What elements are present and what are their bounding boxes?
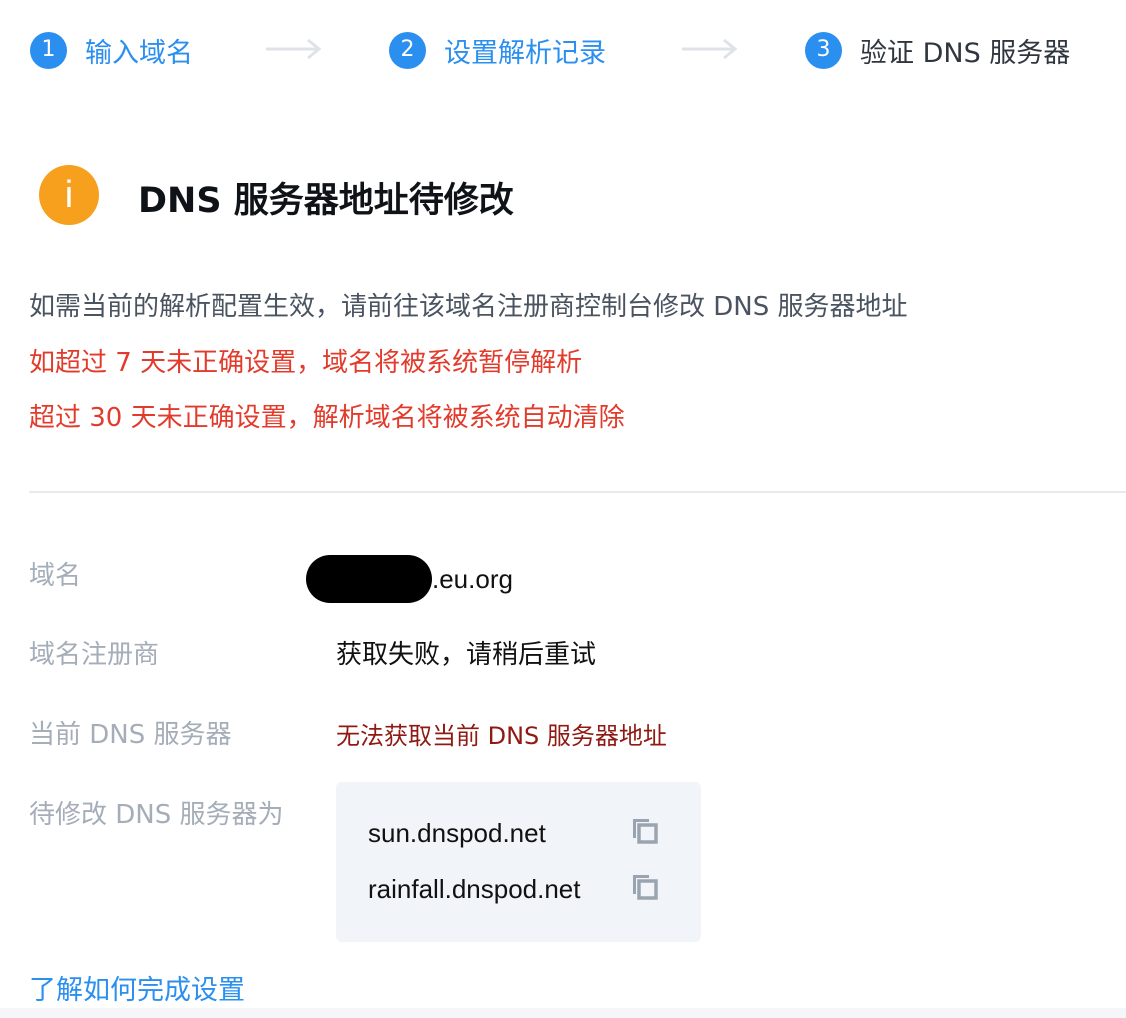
redaction-mark	[306, 555, 432, 603]
nameserver-row: rainfall.dnspod.net	[368, 874, 668, 910]
nameserver-row: sun.dnspod.net	[368, 818, 668, 854]
step-3-number: 3	[805, 31, 842, 69]
nameserver-box: sun.dnspod.net rainfall.dnspod.net	[336, 782, 701, 942]
step-2-number: 2	[389, 31, 426, 69]
step-3-label: 验证 DNS 服务器	[860, 37, 1071, 69]
warning-text-pause: 如超过 7 天未正确设置，域名将被系统暂停解析	[29, 348, 583, 378]
warning-text-clear: 超过 30 天未正确设置，解析域名将被系统自动清除	[29, 403, 625, 433]
domain-suffix: .eu.org	[432, 563, 513, 594]
copy-icon[interactable]	[630, 816, 660, 846]
nameserver-text: rainfall.dnspod.net	[368, 874, 581, 904]
footer-strip	[0, 1008, 1126, 1018]
domain-label: 域名	[29, 561, 82, 591]
step-1: 1 输入域名	[30, 30, 193, 70]
info-icon: i	[39, 165, 99, 225]
nameserver-text: sun.dnspod.net	[368, 818, 546, 848]
step-indicator: 1 输入域名 2 设置解析记录 3 验证 DNS 服务器	[30, 30, 1100, 70]
step-arrow-icon	[682, 38, 738, 60]
current-dns-value: 无法获取当前 DNS 服务器地址	[336, 722, 667, 750]
registrar-label: 域名注册商	[29, 640, 160, 670]
step-1-label: 输入域名	[85, 37, 193, 69]
step-arrow-icon	[266, 38, 322, 60]
divider	[29, 491, 1126, 493]
description-text: 如需当前的解析配置生效，请前往该域名注册商控制台修改 DNS 服务器地址	[29, 292, 908, 322]
page-title: DNS 服务器地址待修改	[138, 181, 514, 221]
step-2: 2 设置解析记录	[389, 30, 606, 70]
step-1-number: 1	[30, 31, 67, 69]
domain-value: .eu.org	[306, 555, 513, 603]
target-dns-label: 待修改 DNS 服务器为	[29, 800, 284, 830]
current-dns-label: 当前 DNS 服务器	[29, 720, 232, 750]
step-2-label: 设置解析记录	[444, 37, 606, 69]
copy-icon[interactable]	[630, 872, 660, 902]
step-3: 3 验证 DNS 服务器	[805, 30, 1070, 70]
dns-setup-page: 1 输入域名 2 设置解析记录 3 验证 DNS 服务器 i DNS 服务器地址…	[0, 0, 1126, 1018]
registrar-value: 获取失败，请稍后重试	[336, 640, 597, 670]
help-link[interactable]: 了解如何完成设置	[29, 968, 245, 1007]
